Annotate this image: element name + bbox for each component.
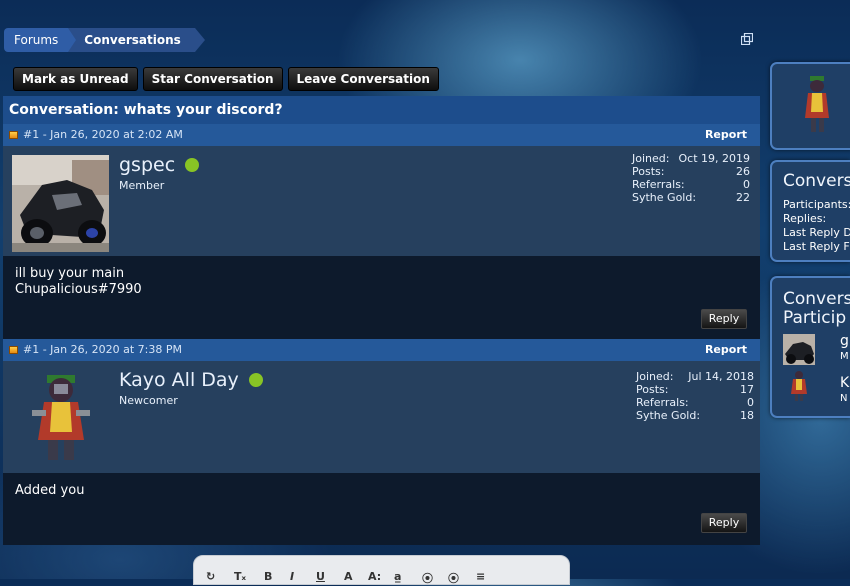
reply-editor-toolbar: ↻ Tₓ B I U A A: a̲ ⦿ ⦿ ≡ (193, 555, 570, 585)
info-panel-title: Convers (783, 171, 850, 191)
undo-icon[interactable]: ↻ (206, 570, 215, 583)
participants-panel-title: Convers (783, 289, 850, 309)
last-reply-date-label: Last Reply D (783, 226, 850, 239)
participants-count-label: Participants: (783, 198, 850, 211)
referrals-value: 0 (743, 178, 750, 191)
online-status-icon (248, 373, 263, 387)
username: gspec (119, 154, 200, 176)
joined-label: Joined: (636, 370, 674, 383)
post-header: #1 - Jan 26, 2020 at 2:02 AM Report (3, 124, 760, 146)
user-stats: Joined: Jul 14, 2018 Posts: 17 Referrals: 0… (636, 370, 754, 422)
leave-conversation-button[interactable]: Leave Conversation (287, 67, 439, 91)
posts-value: 26 (736, 165, 750, 178)
italic-icon[interactable]: I (290, 570, 294, 583)
breadcrumb-conversations[interactable]: Conversations (68, 28, 205, 52)
participant-role: N (840, 393, 848, 404)
gold-label: Sythe Gold: (636, 409, 701, 422)
referrals-label: Referrals: (636, 396, 689, 409)
gold-value: 18 (740, 409, 754, 422)
new-post-flag-icon (9, 346, 18, 354)
reply-button[interactable]: Reply (701, 309, 747, 329)
message-line: Chupalicious#7990 (15, 282, 142, 297)
gold-value: 22 (736, 191, 750, 204)
post-user-info: Kayo All Day Newcomer Joined: Jul 14, 201… (3, 361, 760, 473)
post-body: Added you Reply (3, 473, 760, 543)
participant-role: M (840, 351, 849, 362)
participant-avatar[interactable] (783, 334, 815, 365)
username-link[interactable]: gspec (119, 154, 175, 176)
participants-panel: Convers Particip g M K N (770, 276, 850, 418)
message-line: ill buy your main (15, 266, 125, 281)
last-reply-from-label: Last Reply F (783, 240, 850, 253)
post-header: #1 - Jan 26, 2020 at 7:38 PM Report (3, 339, 760, 361)
user-title: Member (119, 179, 165, 192)
gold-label: Sythe Gold: (632, 191, 697, 204)
breadcrumb-forums[interactable]: Forums (4, 28, 77, 52)
joined-label: Joined: (632, 152, 670, 165)
sidebar-avatar-card (770, 62, 850, 150)
post-permalink[interactable]: #1 - Jan 26, 2020 at 2:02 AM (23, 128, 183, 141)
post-user-info: gspec Member Joined: Oct 19, 2019 Posts: 2… (3, 146, 760, 256)
new-post-flag-icon (9, 131, 18, 139)
message-post: #1 - Jan 26, 2020 at 7:38 PM Report Kayo… (3, 339, 760, 543)
posts-value: 17 (740, 383, 754, 396)
participant-name[interactable]: g (840, 334, 849, 348)
conversation-info-panel: Convers Participants: Replies: Last Repl… (770, 160, 850, 262)
posts-label: Posts: (632, 165, 665, 178)
participant-name[interactable]: K (840, 376, 849, 390)
underline-icon[interactable]: U (316, 570, 325, 583)
conversation-actions: Mark as Unread Star Conversation Leave C… (13, 67, 439, 91)
username-link[interactable]: Kayo All Day (119, 369, 239, 391)
reply-button[interactable]: Reply (701, 513, 747, 533)
mark-as-unread-button[interactable]: Mark as Unread (13, 67, 138, 91)
online-status-icon (185, 158, 200, 172)
user-stats: Joined: Oct 19, 2019 Posts: 26 Referrals: 0… (632, 152, 750, 204)
posts-label: Posts: (636, 383, 669, 396)
joined-value: Oct 19, 2019 (678, 152, 751, 165)
unlink-icon[interactable]: ⦿ (448, 570, 459, 586)
font-size-icon[interactable]: A: (368, 570, 381, 583)
message-text: Added you (3, 473, 760, 509)
user-title: Newcomer (119, 394, 178, 407)
message-post: #1 - Jan 26, 2020 at 2:02 AM Report gspe… (3, 124, 760, 339)
bold-icon[interactable]: B (264, 570, 272, 583)
conversation-panel: Conversation: whats your discord? #1 - J… (3, 96, 760, 545)
breadcrumb: Forums Conversations (4, 28, 205, 52)
remove-format-icon[interactable]: Tₓ (234, 570, 246, 583)
avatar[interactable] (12, 155, 109, 252)
expand-icon[interactable] (741, 33, 753, 45)
report-link[interactable]: Report (705, 124, 747, 146)
avatar[interactable] (800, 76, 834, 136)
message-text: ill buy your main Chupalicious#7990 (3, 256, 760, 308)
participants-panel-title-line2: Particip (783, 308, 847, 328)
align-icon[interactable]: ≡ (476, 570, 485, 583)
report-link[interactable]: Report (705, 339, 747, 361)
post-permalink[interactable]: #1 - Jan 26, 2020 at 7:38 PM (23, 343, 182, 356)
joined-value: Jul 14, 2018 (688, 370, 754, 383)
referrals-value: 0 (747, 396, 754, 409)
participant-avatar[interactable] (789, 370, 809, 402)
username: Kayo All Day (119, 369, 263, 391)
link-icon[interactable]: ⦿ (422, 570, 433, 586)
star-conversation-button[interactable]: Star Conversation (142, 67, 283, 91)
font-family-icon[interactable]: a̲ (394, 570, 401, 583)
post-body: ill buy your main Chupalicious#7990 Repl… (3, 256, 760, 339)
referrals-label: Referrals: (632, 178, 685, 191)
conversation-title: Conversation: whats your discord? (3, 96, 760, 124)
avatar[interactable] (12, 370, 109, 467)
font-color-icon[interactable]: A (344, 570, 353, 583)
message-line: Added you (15, 483, 85, 498)
replies-label: Replies: (783, 212, 827, 225)
